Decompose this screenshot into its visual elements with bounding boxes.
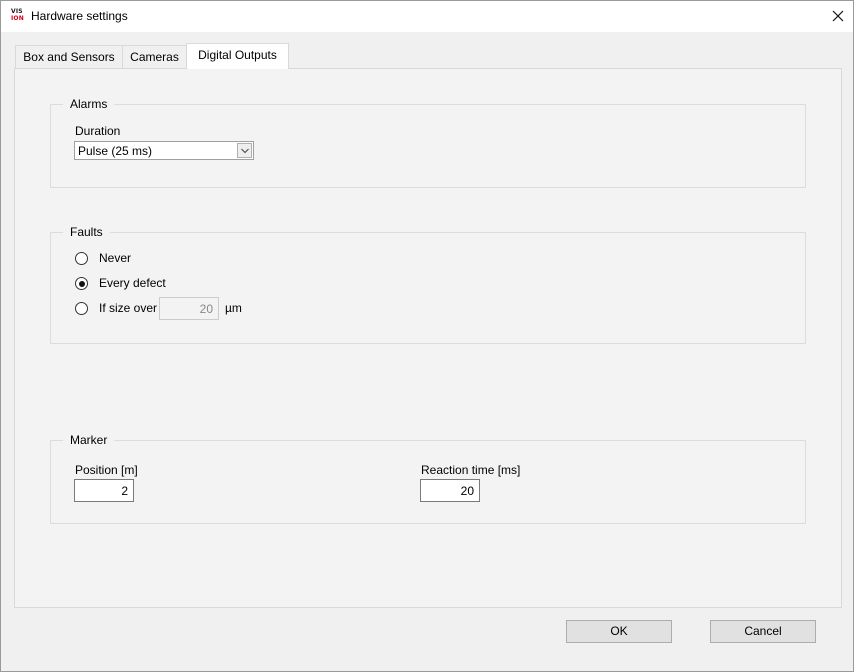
position-input[interactable]: 2 <box>74 479 134 502</box>
hardware-settings-window: VIS ION Hardware settings Box and Sensor… <box>0 0 854 672</box>
marker-group: Marker Position [m] 2 Reaction time [ms]… <box>50 433 806 524</box>
duration-select-value: Pulse (25 ms) <box>78 144 153 158</box>
radio-never-circle[interactable] <box>75 252 88 265</box>
radio-if-size-over-label: If size over <box>99 301 158 315</box>
tab-cameras[interactable]: Cameras <box>122 45 187 69</box>
tab-digital-outputs[interactable]: Digital Outputs <box>186 43 289 69</box>
reaction-time-label: Reaction time [ms] <box>421 463 521 477</box>
duration-dropdown-button[interactable] <box>237 143 252 158</box>
cancel-button[interactable]: Cancel <box>710 620 816 643</box>
tab-box-and-sensors[interactable]: Box and Sensors <box>15 45 123 69</box>
radio-if-size-over-circle[interactable] <box>75 302 88 315</box>
radio-never-label: Never <box>99 251 132 265</box>
duration-label: Duration <box>75 124 121 138</box>
title-bar: VIS ION Hardware settings <box>1 1 853 32</box>
ok-button[interactable]: OK <box>566 620 672 643</box>
marker-group-label: Marker <box>63 433 115 447</box>
duration-select[interactable]: Pulse (25 ms) <box>74 141 254 160</box>
radio-every-defect-label: Every defect <box>99 276 166 290</box>
faults-group: Faults Never Every defect If size over 2… <box>50 225 806 344</box>
window-title: Hardware settings <box>31 9 128 23</box>
position-label: Position [m] <box>75 463 138 477</box>
size-unit-label: µm <box>225 301 242 315</box>
chevron-down-icon <box>241 148 249 154</box>
radio-selected-dot <box>78 280 85 287</box>
alarms-group: Alarms Duration Pulse (25 ms) <box>50 97 806 188</box>
alarms-group-label: Alarms <box>63 97 115 111</box>
app-logo-icon: VIS ION <box>11 8 24 22</box>
radio-every-defect-circle[interactable] <box>75 277 88 290</box>
close-icon <box>832 10 844 22</box>
reaction-time-input[interactable]: 20 <box>420 479 480 502</box>
digital-outputs-panel: Alarms Duration Pulse (25 ms) Faults Nev… <box>14 68 842 608</box>
size-over-input[interactable]: 20 <box>159 297 219 320</box>
close-button[interactable] <box>823 1 853 32</box>
faults-group-label: Faults <box>63 225 110 239</box>
